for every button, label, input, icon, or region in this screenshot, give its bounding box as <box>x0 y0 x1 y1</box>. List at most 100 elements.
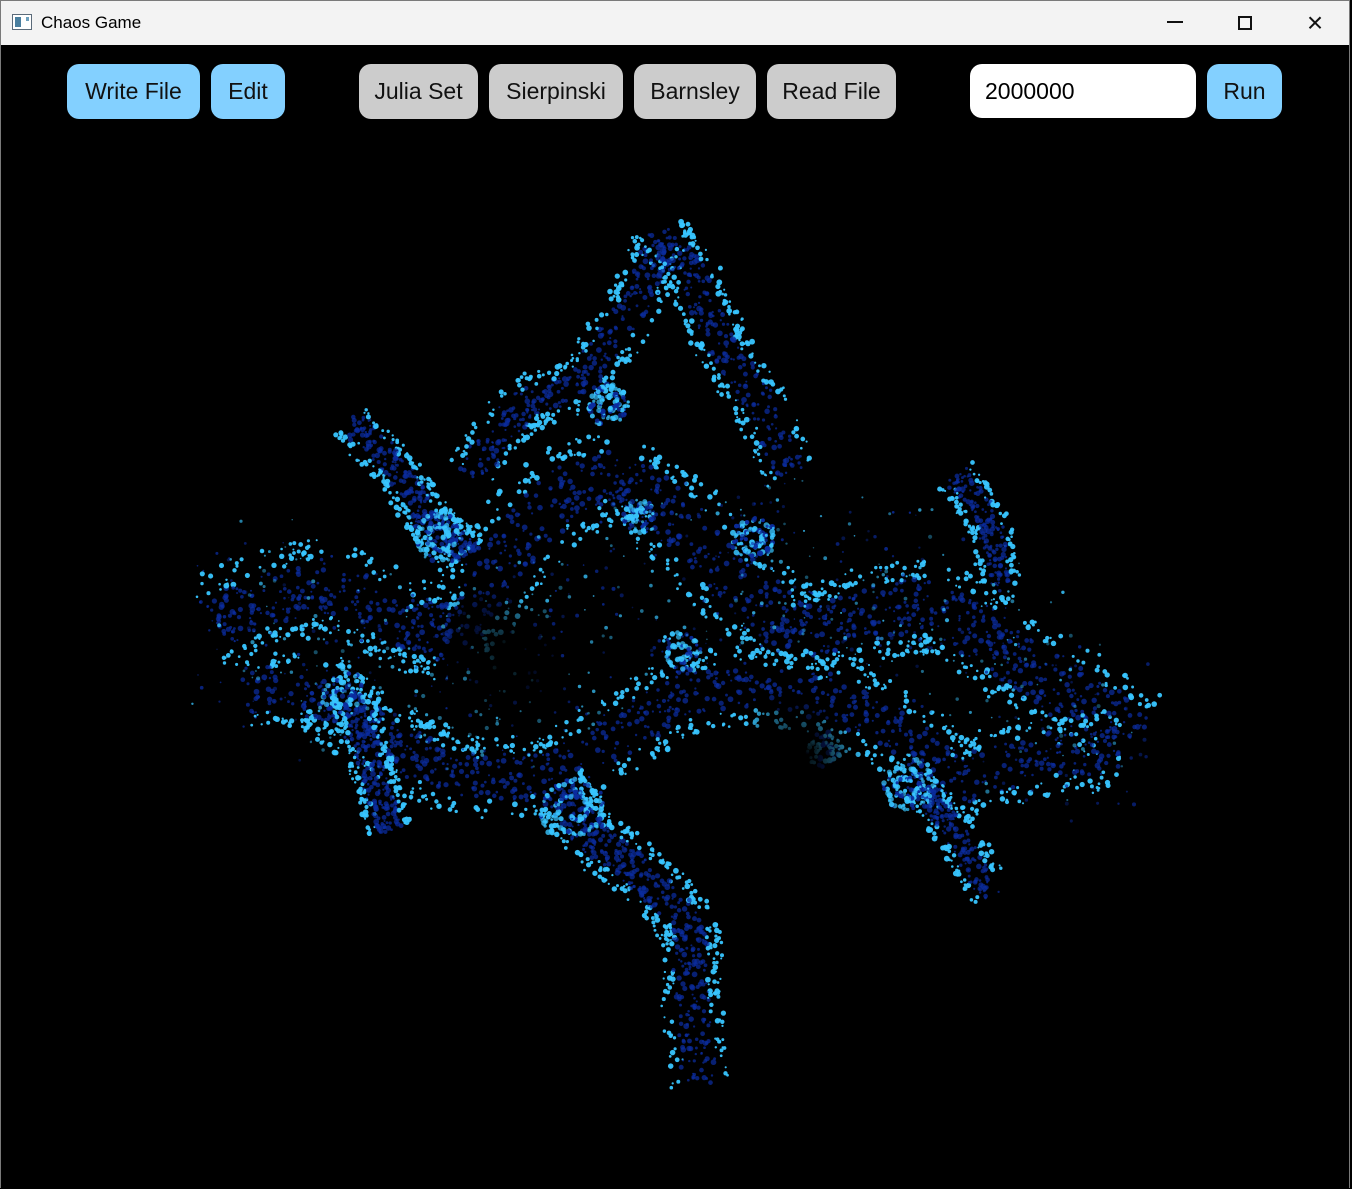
fractal-point <box>358 759 362 762</box>
fractal-point <box>702 1017 707 1022</box>
fractal-point <box>970 806 975 811</box>
fractal-point <box>372 439 377 445</box>
fractal-point <box>394 717 400 724</box>
fractal-point <box>660 265 665 270</box>
maximize-button[interactable] <box>1211 1 1279 45</box>
canvas-area[interactable]: Write File Edit Julia Set Sierpinski Bar… <box>1 45 1349 1189</box>
fractal-point <box>1000 632 1006 637</box>
fractal-point <box>889 563 895 569</box>
fractal-point <box>671 274 677 280</box>
fractal-point <box>973 746 977 750</box>
fractal-point <box>724 1066 727 1069</box>
fractal-point <box>371 635 376 640</box>
fractal-point <box>1085 725 1090 729</box>
fractal-point <box>630 252 635 257</box>
fractal-point <box>545 411 551 417</box>
fractal-point <box>884 580 888 584</box>
fractal-point <box>304 545 310 550</box>
fractal-point <box>624 848 627 851</box>
fractal-point <box>350 719 355 724</box>
fractal-point <box>705 327 710 333</box>
fractal-point <box>888 745 892 748</box>
close-button[interactable]: × <box>1281 1 1349 45</box>
fractal-point <box>1028 742 1034 748</box>
fractal-point <box>621 505 624 508</box>
fractal-point <box>676 1079 681 1084</box>
fractal-point <box>719 712 722 715</box>
fractal-point <box>770 422 774 426</box>
fractal-point <box>365 825 371 830</box>
fractal-point <box>966 627 971 631</box>
fractal-point <box>319 557 324 562</box>
fractal-point <box>360 550 364 554</box>
fractal-point <box>491 430 495 433</box>
fractal-point <box>436 737 440 742</box>
fractal-point <box>581 369 586 375</box>
title-bar[interactable]: Chaos Game × <box>1 1 1349 45</box>
fractal-point <box>509 519 515 525</box>
fractal-point <box>564 768 568 772</box>
fractal-point <box>409 710 415 716</box>
fractal-point <box>461 467 467 473</box>
fractal-point <box>411 787 415 790</box>
fractal-point <box>883 769 886 772</box>
fractal-point <box>249 620 254 626</box>
fractal-point <box>626 325 633 331</box>
fractal-point <box>843 632 846 635</box>
fractal-point <box>565 523 570 528</box>
fractal-point <box>1073 775 1077 779</box>
fractal-point <box>774 439 778 443</box>
fractal-point <box>576 451 582 457</box>
fractal-point <box>1055 743 1061 749</box>
fractal-point <box>613 343 618 349</box>
fractal-point <box>522 477 529 484</box>
fractal-point <box>705 976 711 983</box>
minimize-button[interactable] <box>1141 1 1209 45</box>
fractal-point <box>1099 775 1104 780</box>
fractal-point <box>782 463 787 467</box>
fractal-point <box>609 519 614 524</box>
fractal-point <box>613 325 618 330</box>
fractal-point <box>625 883 628 886</box>
fractal-point <box>547 384 551 388</box>
fractal-point <box>642 444 647 449</box>
fractal-point <box>920 617 925 623</box>
fractal-point <box>728 603 734 608</box>
fractal-point <box>673 936 679 943</box>
fractal-point <box>867 614 873 619</box>
fractal-point <box>817 607 822 613</box>
fractal-point <box>970 588 977 595</box>
fractal-point <box>669 904 675 909</box>
fractal-point <box>805 440 808 443</box>
fractal-point <box>635 536 641 541</box>
fractal-point <box>662 261 668 267</box>
fractal-point <box>890 578 895 583</box>
fractal-point <box>971 797 976 802</box>
fractal-point <box>679 263 685 268</box>
fractal-point <box>378 470 383 475</box>
fractal-point <box>576 490 582 496</box>
fractal-point <box>905 604 909 608</box>
fractal-point <box>726 322 730 326</box>
fractal-point <box>384 457 387 461</box>
fractal-point <box>674 246 680 252</box>
fractal-point <box>1076 659 1080 663</box>
fractal-point <box>716 683 720 687</box>
fractal-point <box>486 760 493 767</box>
fractal-point <box>677 265 681 269</box>
fractal-point <box>571 356 575 360</box>
fractal-point <box>705 946 711 951</box>
fractal-point <box>683 1023 690 1030</box>
fractal-point <box>581 521 586 526</box>
fractal-point <box>913 591 919 597</box>
fractal-point <box>1010 640 1013 644</box>
fractal-point <box>711 366 716 371</box>
fractal-point <box>248 616 252 620</box>
fractal-point <box>737 701 741 705</box>
fractal-point <box>485 468 489 473</box>
fractal-point <box>687 1009 690 1013</box>
fractal-point <box>999 796 1006 802</box>
fractal-point <box>530 759 534 762</box>
fractal-point <box>694 1046 698 1050</box>
fractal-point <box>381 706 386 711</box>
